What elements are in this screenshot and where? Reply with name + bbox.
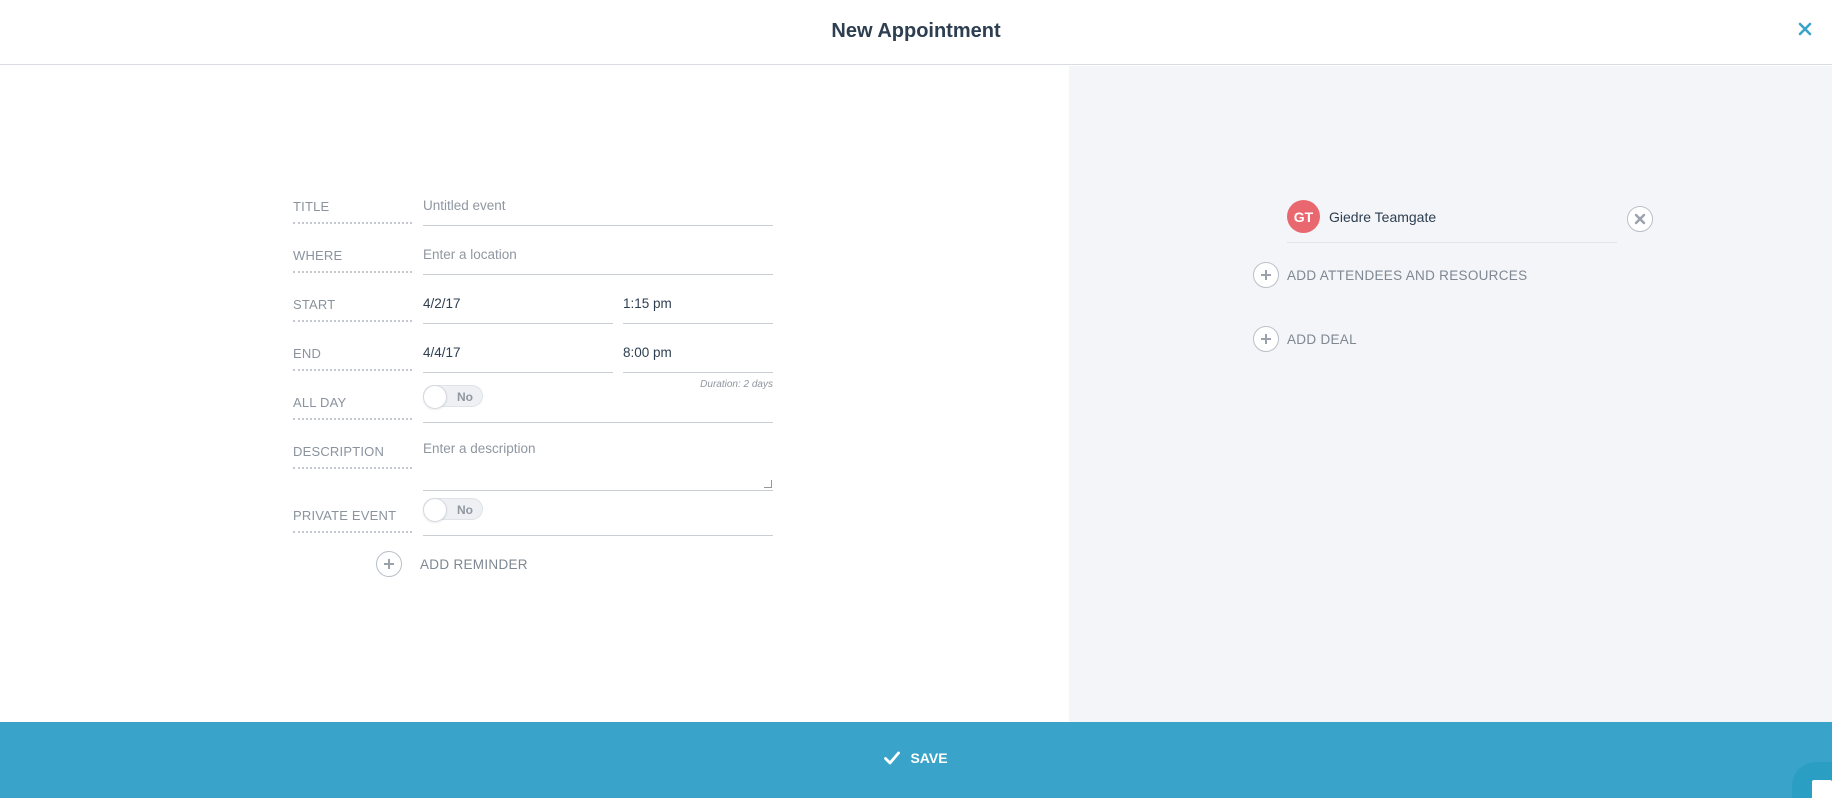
title-label: TITLE (293, 199, 412, 224)
add-deal-label: ADD DEAL (1287, 331, 1357, 347)
end-time-field[interactable]: 8:00 pm (623, 345, 773, 373)
toggle-knob (423, 385, 447, 409)
attendees-panel: GT Giedre Teamgate ADD ATTENDEES AND RES… (1069, 66, 1832, 722)
plus-icon (1253, 262, 1279, 288)
private-event-toggle-state: No (457, 503, 473, 517)
plus-icon (1253, 326, 1279, 352)
private-event-field: No (423, 498, 773, 536)
page-title: New Appointment (831, 20, 1001, 42)
close-icon (1634, 213, 1646, 225)
attendee-item: GT Giedre Teamgate (1287, 200, 1617, 243)
start-time-value: 1:15 pm (623, 296, 672, 311)
add-attendees-button[interactable]: ADD ATTENDEES AND RESOURCES (1253, 262, 1527, 288)
title-field (423, 198, 773, 226)
appointment-form: TITLE WHERE START 4/2/17 1:15 pm END (0, 66, 1069, 722)
checkmark-icon (884, 751, 901, 765)
footer-bar: SAVE (0, 722, 1832, 798)
remove-attendee-button[interactable] (1627, 206, 1653, 232)
where-label: WHERE (293, 248, 412, 273)
end-date-field[interactable]: 4/4/17 (423, 345, 613, 373)
add-deal-button[interactable]: ADD DEAL (1253, 326, 1357, 352)
private-event-label: PRIVATE EVENT (293, 508, 412, 533)
description-input[interactable] (423, 441, 773, 479)
resize-handle[interactable] (764, 480, 772, 488)
start-time-field[interactable]: 1:15 pm (623, 296, 773, 324)
all-day-toggle[interactable]: No (423, 385, 483, 409)
add-reminder-label: ADD REMINDER (420, 556, 528, 572)
all-day-field: No (423, 385, 773, 423)
start-date-value: 4/2/17 (423, 296, 461, 311)
all-day-label: ALL DAY (293, 395, 412, 420)
start-date-field[interactable]: 4/2/17 (423, 296, 613, 324)
add-attendees-label: ADD ATTENDEES AND RESOURCES (1287, 267, 1528, 283)
end-time-value: 8:00 pm (623, 345, 672, 360)
chat-widget[interactable] (1792, 762, 1832, 798)
end-label: END (293, 346, 412, 371)
modal-header: New Appointment (0, 0, 1832, 65)
appointment-modal: New Appointment TITLE WHERE START 4 (0, 0, 1832, 798)
save-label: SAVE (910, 750, 948, 766)
add-reminder-button[interactable]: ADD REMINDER (376, 551, 528, 577)
description-label: DESCRIPTION (293, 444, 412, 469)
private-event-toggle[interactable]: No (423, 498, 483, 522)
location-input[interactable] (423, 247, 773, 262)
save-button[interactable]: SAVE (0, 750, 1832, 766)
end-date-value: 4/4/17 (423, 345, 461, 360)
attendee-name: Giedre Teamgate (1329, 209, 1437, 225)
start-label: START (293, 297, 412, 322)
where-field (423, 247, 773, 275)
chat-icon (1812, 780, 1832, 798)
all-day-toggle-state: No (457, 390, 473, 404)
title-input[interactable] (423, 198, 773, 213)
avatar: GT (1287, 200, 1320, 233)
description-field (423, 441, 773, 491)
close-icon (1798, 22, 1812, 36)
plus-icon (376, 551, 402, 577)
toggle-knob (423, 498, 447, 522)
close-button[interactable] (1792, 16, 1818, 42)
